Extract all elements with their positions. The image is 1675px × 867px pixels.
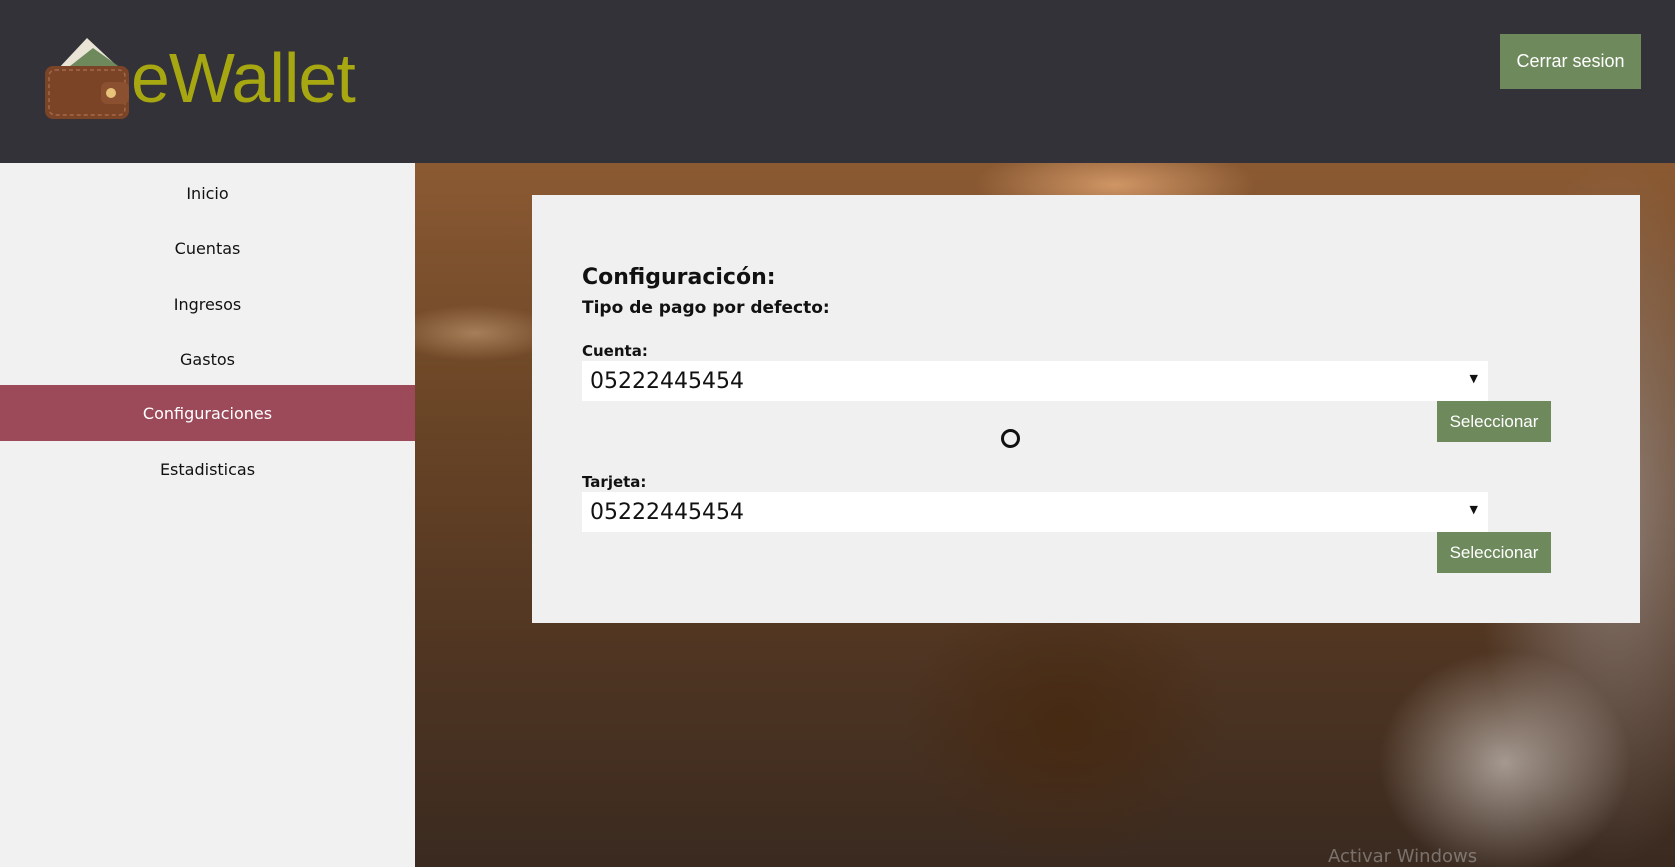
- top-header: eWallet Cerrar sesion: [0, 0, 1675, 163]
- dropdown-arrow-icon: ▼: [1469, 372, 1478, 385]
- activate-windows-watermark: Activar Windows: [1328, 846, 1478, 867]
- card-select-value: 05222445454: [590, 499, 744, 525]
- settings-card: Configuracicón: Tipo de pago por defecto…: [532, 195, 1640, 623]
- loading-ring-icon: [1001, 429, 1020, 448]
- sidebar-item-gastos[interactable]: Gastos: [0, 331, 415, 387]
- select-account-button[interactable]: Seleccionar: [1437, 401, 1551, 442]
- page: eWallet Cerrar sesion Inicio Cuentas Ing…: [0, 0, 1675, 867]
- page-title: Configuracicón:: [582, 265, 776, 290]
- sidebar-item-ingresos[interactable]: Ingresos: [0, 276, 415, 332]
- sidebar-item-estadisticas[interactable]: Estadisticas: [0, 441, 415, 497]
- logout-button[interactable]: Cerrar sesion: [1500, 34, 1641, 89]
- card-select[interactable]: 05222445454 ▼: [582, 492, 1488, 532]
- sidebar-item-inicio[interactable]: Inicio: [0, 165, 415, 221]
- dropdown-arrow-icon: ▼: [1469, 503, 1478, 516]
- ewallet-logo[interactable]: eWallet: [43, 36, 363, 121]
- logo-text: eWallet: [131, 39, 356, 117]
- wallet-icon: [45, 38, 129, 119]
- account-select-value: 05222445454: [590, 368, 744, 394]
- card-label: Tarjeta:: [582, 473, 647, 491]
- sidebar: Inicio Cuentas Ingresos Gastos Configura…: [0, 163, 415, 867]
- account-label: Cuenta:: [582, 342, 648, 360]
- account-select[interactable]: 05222445454 ▼: [582, 361, 1488, 401]
- select-card-button[interactable]: Seleccionar: [1437, 532, 1551, 573]
- sidebar-item-cuentas[interactable]: Cuentas: [0, 220, 415, 276]
- section-subtitle: Tipo de pago por defecto:: [582, 298, 830, 318]
- sidebar-item-configuraciones[interactable]: Configuraciones: [0, 385, 415, 441]
